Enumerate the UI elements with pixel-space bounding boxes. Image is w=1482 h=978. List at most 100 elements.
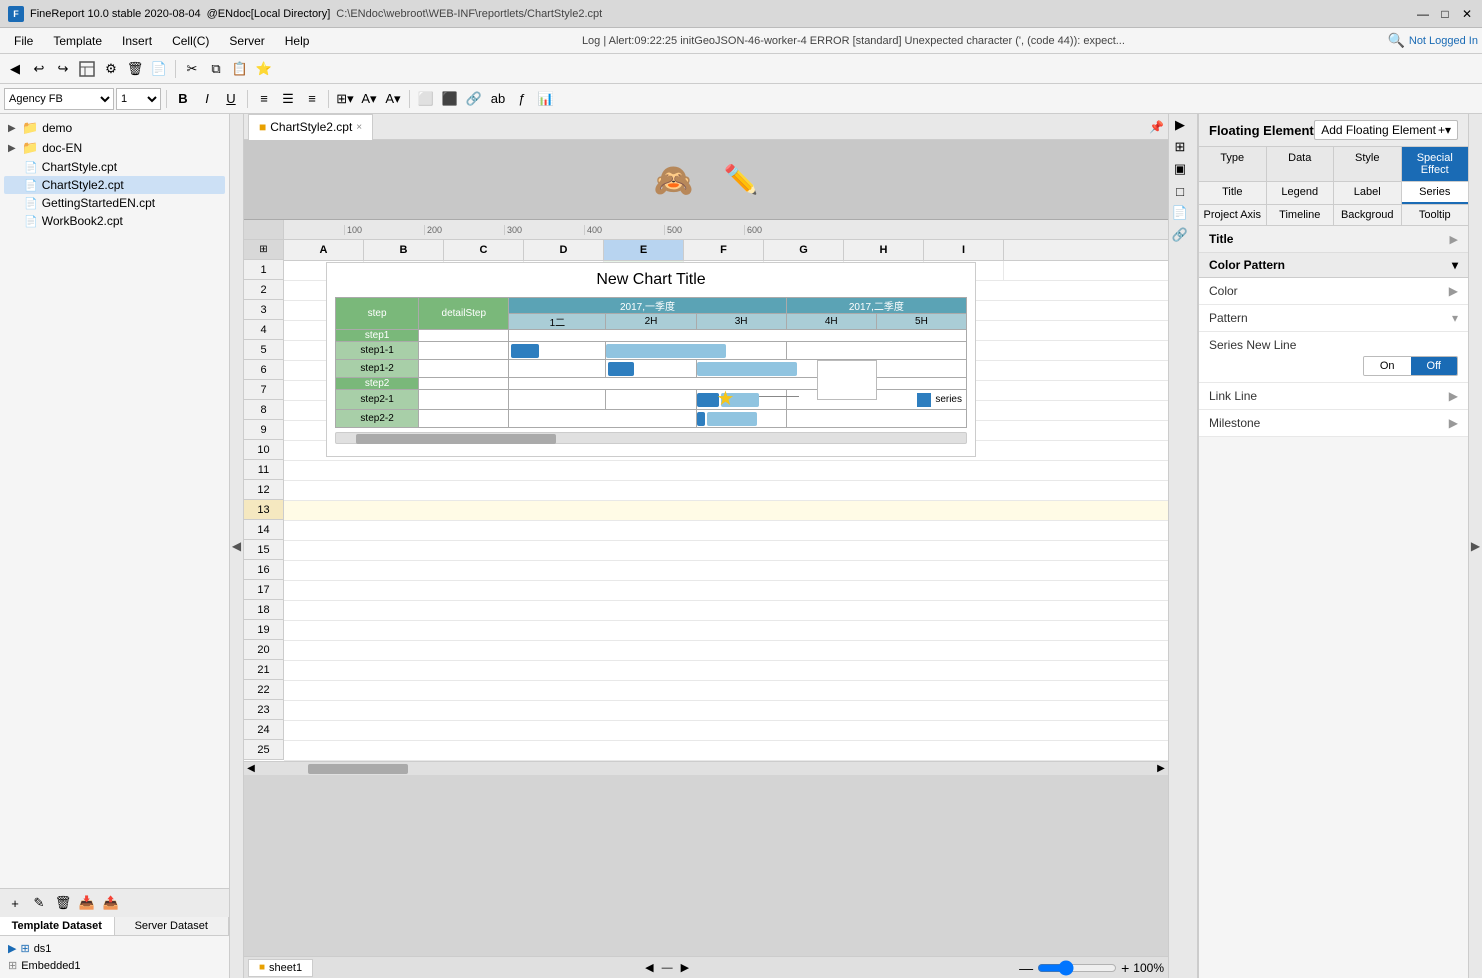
- editor-tab-chartstyle2[interactable]: ■ ChartStyle2.cpt ×: [248, 114, 373, 140]
- tree-item-chartstyle[interactable]: 📄 ChartStyle.cpt: [4, 158, 225, 176]
- collapse-right-arrow[interactable]: ▶: [1468, 114, 1482, 978]
- dataset-add-btn[interactable]: +: [4, 892, 26, 914]
- add-floating-btn[interactable]: Add Floating Element +▾: [1314, 120, 1458, 140]
- tab-pin-button[interactable]: 📌: [1149, 120, 1164, 134]
- dataset-embedded1[interactable]: ⊞ Embedded1: [4, 957, 225, 974]
- toolbar-paste[interactable]: 📋: [229, 58, 251, 80]
- scroll-left-btn[interactable]: ◀: [244, 762, 258, 776]
- sheet-next-btn[interactable]: ▶: [681, 961, 689, 974]
- scrollbar-thumb[interactable]: [356, 434, 556, 444]
- chart-container[interactable]: New Chart Title: [326, 262, 976, 457]
- dataset-ds1[interactable]: ▶ ⊞ ds1: [4, 940, 225, 957]
- milestone-arrow[interactable]: ▶: [1449, 416, 1458, 430]
- merge-button[interactable]: ⬜: [415, 88, 437, 110]
- sub-tab-project-axis[interactable]: Project Axis: [1199, 205, 1267, 225]
- align-right-button[interactable]: ≡: [301, 88, 323, 110]
- dataset-edit-btn[interactable]: ✎: [28, 892, 50, 914]
- zoom-slider[interactable]: [1037, 960, 1117, 976]
- right-tab-data[interactable]: Data: [1267, 147, 1335, 181]
- fill-color-button[interactable]: A▾: [358, 88, 380, 110]
- pattern-arrow[interactable]: ▾: [1452, 311, 1458, 325]
- zoom-out-btn[interactable]: —: [1019, 960, 1033, 976]
- hyperlink-button[interactable]: 🔗: [463, 88, 485, 110]
- border-button[interactable]: ⊞▾: [334, 88, 356, 110]
- formula-button[interactable]: ƒ: [511, 88, 533, 110]
- toggle-on-btn[interactable]: On: [1364, 357, 1411, 375]
- side-icon-grid[interactable]: ⊞: [1169, 136, 1191, 158]
- chart-button[interactable]: 📊: [535, 88, 557, 110]
- sub-tab-timeline[interactable]: Timeline: [1267, 205, 1335, 225]
- link-line-arrow[interactable]: ▶: [1449, 389, 1458, 403]
- toggle-off-btn[interactable]: Off: [1411, 357, 1457, 375]
- minimize-button[interactable]: —: [1416, 7, 1430, 21]
- tree-item-chartstyle2[interactable]: 📄 ChartStyle2.cpt: [4, 176, 225, 194]
- sheet-tab-1[interactable]: ■ sheet1: [248, 959, 313, 977]
- col-headers: A B C D E F G H I: [284, 240, 1168, 261]
- tab-close-button[interactable]: ×: [356, 122, 362, 133]
- close-button[interactable]: ✕: [1460, 7, 1474, 21]
- text-button[interactable]: ab: [487, 88, 509, 110]
- toolbar-copy2[interactable]: ⧉: [205, 58, 227, 80]
- preview-area: 🙈 ✏️: [244, 140, 1168, 220]
- toolbar-gear[interactable]: ⚙: [100, 58, 122, 80]
- search-icon[interactable]: 🔍: [1387, 32, 1404, 49]
- right-tab-special-effect[interactable]: Special Effect: [1402, 147, 1469, 181]
- tab-server-dataset[interactable]: Server Dataset: [115, 917, 230, 935]
- side-icon-panel[interactable]: ▣: [1169, 158, 1191, 180]
- menu-template[interactable]: Template: [43, 32, 112, 50]
- h-scrollbar[interactable]: ◀ ▶: [244, 761, 1168, 775]
- underline-button[interactable]: U: [220, 88, 242, 110]
- sub-tab-tooltip[interactable]: Tooltip: [1402, 205, 1469, 225]
- side-icon-doc[interactable]: 📄: [1169, 202, 1191, 224]
- bold-button[interactable]: B: [172, 88, 194, 110]
- toolbar-delete[interactable]: 🗑: [124, 58, 146, 80]
- maximize-button[interactable]: □: [1438, 7, 1452, 21]
- right-tab-style[interactable]: Style: [1334, 147, 1402, 181]
- toolbar-paste-special[interactable]: ⭐: [253, 58, 275, 80]
- color-pattern-header[interactable]: Color Pattern ▾: [1199, 253, 1468, 278]
- toolbar-cut[interactable]: ✂: [181, 58, 203, 80]
- tab-template-dataset[interactable]: Template Dataset: [0, 917, 115, 935]
- sub-tab-series[interactable]: Series: [1402, 182, 1469, 204]
- dataset-export-btn[interactable]: 📤: [100, 892, 122, 914]
- sheet-prev-btn[interactable]: ◀: [645, 961, 653, 974]
- side-icon-expand[interactable]: ▶: [1169, 114, 1191, 136]
- italic-button[interactable]: I: [196, 88, 218, 110]
- toolbar-refresh[interactable]: ↩: [28, 58, 50, 80]
- font-family-select[interactable]: Agency FB: [4, 88, 114, 110]
- sub-tab-legend[interactable]: Legend: [1267, 182, 1335, 204]
- menu-file[interactable]: File: [4, 32, 43, 50]
- tree-item-docen[interactable]: ▶ 📁 doc-EN: [4, 138, 225, 158]
- tree-item-demo[interactable]: ▶ 📁 demo: [4, 118, 225, 138]
- toolbar-template[interactable]: [76, 58, 98, 80]
- font-color-button[interactable]: A▾: [382, 88, 404, 110]
- toolbar-redo[interactable]: ↪: [52, 58, 74, 80]
- sub-tab-background[interactable]: Backgroud: [1334, 205, 1402, 225]
- color-arrow[interactable]: ▶: [1449, 284, 1458, 298]
- menu-server[interactable]: Server: [219, 32, 274, 50]
- scroll-right-btn[interactable]: ▶: [1154, 762, 1168, 776]
- dataset-delete-btn[interactable]: 🗑: [52, 892, 74, 914]
- row-23: 23: [244, 700, 284, 720]
- chart-scrollbar[interactable]: [335, 432, 967, 444]
- tree-item-gettingstarted[interactable]: 📄 GettingStartedEN.cpt: [4, 194, 225, 212]
- right-tab-type[interactable]: Type: [1199, 147, 1267, 181]
- align-center-button[interactable]: ☰: [277, 88, 299, 110]
- align-left-button[interactable]: ≡: [253, 88, 275, 110]
- sub-tab-label[interactable]: Label: [1334, 182, 1402, 204]
- side-icon-square[interactable]: □: [1169, 180, 1191, 202]
- sub-tab-title[interactable]: Title: [1199, 182, 1267, 204]
- menu-help[interactable]: Help: [275, 32, 320, 50]
- login-button[interactable]: Not Logged In: [1409, 35, 1478, 47]
- collapse-left-arrow[interactable]: ◀: [230, 114, 244, 978]
- toolbar-expand-left[interactable]: ◀: [4, 58, 26, 80]
- merge2-button[interactable]: ⬛: [439, 88, 461, 110]
- dataset-import-btn[interactable]: 📥: [76, 892, 98, 914]
- menu-cell[interactable]: Cell(C): [162, 32, 219, 50]
- menu-insert[interactable]: Insert: [112, 32, 162, 50]
- side-icon-link[interactable]: 🔗: [1169, 224, 1191, 246]
- font-size-select[interactable]: 1: [116, 88, 161, 110]
- tree-item-workbook2[interactable]: 📄 WorkBook2.cpt: [4, 212, 225, 230]
- toolbar-copy[interactable]: 📄: [148, 58, 170, 80]
- zoom-in-btn[interactable]: +: [1121, 960, 1129, 976]
